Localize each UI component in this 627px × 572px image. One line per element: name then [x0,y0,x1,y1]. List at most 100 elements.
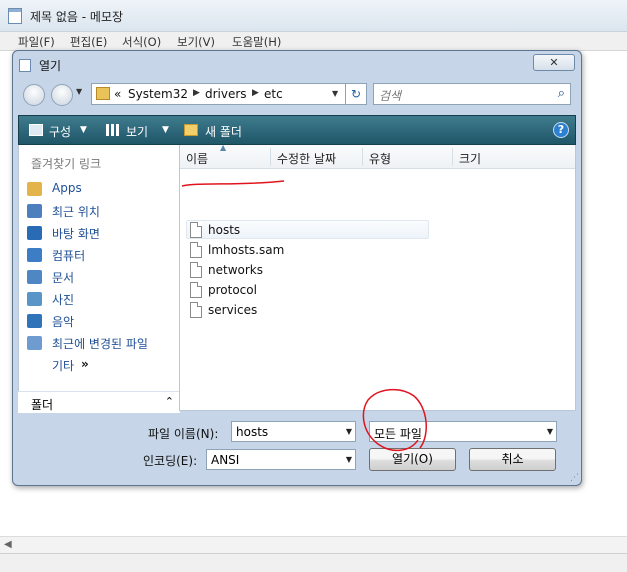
open-button[interactable]: 열기(O) [369,448,456,471]
views-icon [106,124,120,136]
file-list-pane: 이름 ▲ 수정한 날짜 유형 크기 hosts lmhosts.sam netw… [179,143,576,411]
notepad-title: 제목 없음 - 메모장 [30,10,124,24]
organize-button[interactable]: 구성 [49,123,71,140]
favorite-pictures[interactable]: 사진 [27,289,177,309]
folder-icon [96,87,110,100]
cancel-button[interactable]: 취소 [469,448,556,471]
computer-icon [27,248,42,262]
forward-button[interactable] [51,84,73,106]
favorite-computer[interactable]: 컴퓨터 [27,245,177,265]
pictures-icon [27,292,42,306]
encoding-label: 인코딩(E): [143,454,198,468]
close-button[interactable]: ✕ [533,54,575,71]
favorite-documents[interactable]: 문서 [27,267,177,287]
command-toolbar: 구성 ▼ 보기 ▼ 새 폴더 ? [18,115,576,145]
favorite-recent-places[interactable]: 최근 위치 [27,201,177,221]
chevron-right-icon[interactable]: ▶ [252,88,259,98]
history-dropdown-icon[interactable]: ▼ [76,87,82,96]
column-header: 이름 ▲ 수정한 날짜 유형 크기 [180,143,575,169]
file-row-hosts[interactable]: hosts [190,221,430,241]
favorite-label: 컴퓨터 [52,249,86,263]
menu-edit[interactable]: 편집(E) [70,34,107,50]
favorite-more[interactable]: 기타 » [27,355,177,375]
favorite-label: 음악 [52,315,75,329]
column-size[interactable]: 크기 [459,150,481,167]
search-icon[interactable]: ⌕ [558,86,565,101]
file-row-networks[interactable]: networks [190,261,430,281]
address-segment-etc[interactable]: etc [264,87,283,101]
encoding-value: ANSI [211,453,240,467]
file-icon [190,282,202,298]
refresh-button[interactable]: ↻ [345,83,367,105]
more-arrow-icon: » [81,357,89,371]
favorite-apps[interactable]: Apps [27,179,177,199]
column-divider[interactable] [452,148,453,166]
favorite-music[interactable]: 음악 [27,311,177,331]
file-row-protocol[interactable]: protocol [190,281,430,301]
recent-places-icon [27,204,42,218]
menu-format[interactable]: 서식(O) [122,34,161,50]
help-icon[interactable]: ? [553,122,569,138]
scroll-left-icon[interactable]: ◀ [4,539,12,550]
new-folder-button[interactable]: 새 폴더 [205,123,242,140]
notepad-icon [8,8,22,24]
chevron-down-icon[interactable]: ▼ [332,89,338,98]
dialog-title: 열기 [39,59,62,73]
column-date-modified[interactable]: 수정한 날짜 [277,150,336,167]
column-divider[interactable] [270,148,271,166]
menu-view[interactable]: 보기(V) [177,34,215,50]
views-button[interactable]: 보기 [126,123,148,140]
organize-icon [29,124,43,136]
file-name: protocol [208,283,257,297]
favorite-label: 문서 [52,271,75,285]
file-name: lmhosts.sam [208,243,285,257]
address-segment-drivers[interactable]: drivers [205,87,247,101]
chevron-right-icon[interactable]: ▶ [193,88,200,98]
file-row-lmhosts[interactable]: lmhosts.sam [190,241,430,261]
favorite-recently-changed[interactable]: 최근에 변경된 파일 [27,333,177,353]
documents-icon [27,270,42,284]
menu-help[interactable]: 도움말(H) [232,34,281,50]
back-button[interactable] [23,84,45,106]
chevron-down-icon[interactable]: ▼ [162,125,169,135]
file-icon [190,302,202,318]
column-type[interactable]: 유형 [369,150,391,167]
favorite-label: 최근 위치 [52,205,100,219]
folders-toggle[interactable]: 폴더 ⌃ [18,391,180,413]
filetype-select[interactable]: 모든 파일 ▼ [369,421,557,442]
notepad-statusbar [0,553,627,572]
address-overflow[interactable]: « [114,87,121,101]
notepad-titlebar: 제목 없음 - 메모장 [0,0,627,32]
file-row-services[interactable]: services [190,301,430,321]
open-dialog: 열기 ✕ ▼ « System32 ▶ drivers ▶ etc ▼ ↻ 검색… [12,50,582,486]
new-folder-icon [184,124,198,136]
chevron-up-icon[interactable]: ⌃ [165,395,174,408]
column-name[interactable]: 이름 [186,150,208,167]
file-name: hosts [208,223,241,237]
chevron-down-icon[interactable]: ▼ [547,427,553,436]
music-icon [27,314,42,328]
column-divider[interactable] [362,148,363,166]
chevron-down-icon[interactable]: ▼ [346,455,352,464]
resize-grip-icon[interactable]: ⋰ [570,473,579,483]
address-segment-system32[interactable]: System32 [128,87,188,101]
favorite-label: Apps [52,181,82,195]
favorite-more-label: 기타 [52,359,75,373]
filename-value: hosts [236,425,269,439]
address-bar[interactable]: « System32 ▶ drivers ▶ etc ▼ [91,83,347,105]
chevron-down-icon[interactable]: ▼ [80,125,87,135]
favorite-desktop[interactable]: 바탕 화면 [27,223,177,243]
file-icon [190,222,202,238]
menu-file[interactable]: 파일(F) [18,34,55,50]
navigation-pane: 즐겨찾기 링크 Apps 최근 위치 바탕 화면 컴퓨터 문서 사진 음악 최근… [18,145,180,411]
chevron-down-icon[interactable]: ▼ [346,427,352,436]
filename-input[interactable]: hosts ▼ [231,421,356,442]
filename-label: 파일 이름(N): [148,427,219,441]
encoding-select[interactable]: ANSI ▼ [206,449,356,470]
favorites-header: 즐겨찾기 링크 [31,157,102,171]
dialog-icon [19,59,31,72]
notepad-horizontal-scrollbar[interactable]: ◀ [0,536,627,553]
notepad-menubar: 파일(F) 편집(E) 서식(O) 보기(V) 도움말(H) [0,32,627,51]
search-input[interactable]: 검색 ⌕ [373,83,571,105]
file-name: networks [208,263,263,277]
